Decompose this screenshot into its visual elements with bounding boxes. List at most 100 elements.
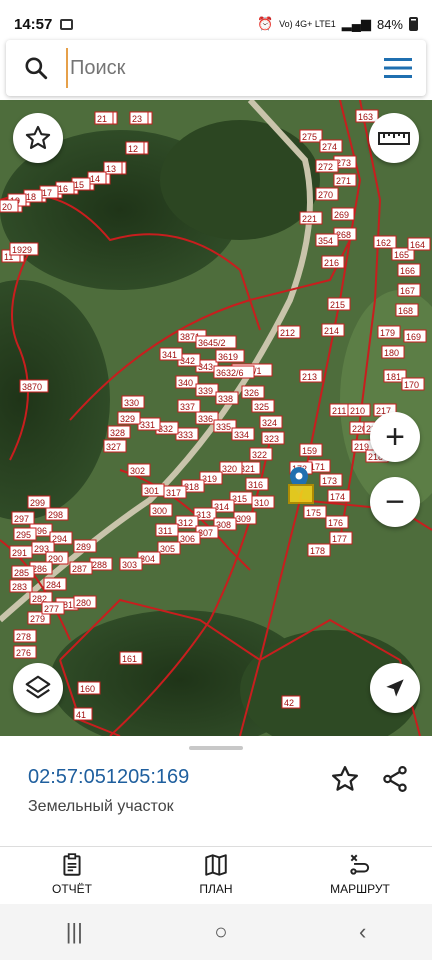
parcel-label[interactable]: 173 bbox=[322, 476, 337, 486]
parcel-label[interactable]: 176 bbox=[328, 518, 343, 528]
parcel-label[interactable]: 323 bbox=[264, 434, 279, 444]
parcel-label[interactable]: 15 bbox=[74, 180, 84, 190]
map-canvas[interactable]: 2342352302292282272262252242232222213553… bbox=[0, 100, 432, 736]
parcel-label[interactable]: 41 bbox=[76, 710, 86, 720]
parcel-label[interactable]: 329 bbox=[120, 414, 135, 424]
parcel-label[interactable]: 303 bbox=[122, 560, 137, 570]
parcel-label[interactable]: 311 bbox=[158, 526, 172, 536]
search-input[interactable] bbox=[66, 48, 370, 88]
drag-handle[interactable] bbox=[189, 746, 243, 750]
parcel-label[interactable]: 270 bbox=[318, 190, 333, 200]
parcel-label[interactable]: 271 bbox=[336, 176, 351, 186]
parcel-label[interactable]: 161 bbox=[122, 654, 137, 664]
parcel-label[interactable]: 166 bbox=[400, 266, 415, 276]
parcel-label[interactable]: 322 bbox=[252, 450, 267, 460]
parcel-label[interactable]: 178 bbox=[310, 546, 325, 556]
parcel-label[interactable]: 160 bbox=[80, 684, 95, 694]
favorite-button[interactable] bbox=[13, 113, 63, 163]
parcel-label[interactable]: 330 bbox=[124, 398, 139, 408]
parcel-label[interactable]: 16 bbox=[58, 184, 68, 194]
parcel-label[interactable]: 334 bbox=[234, 430, 249, 440]
parcel-label[interactable]: 174 bbox=[330, 492, 345, 502]
parcel-label[interactable]: 177 bbox=[332, 534, 347, 544]
parcel-label[interactable]: 288 bbox=[92, 560, 107, 570]
parcel-label[interactable]: 306 bbox=[180, 534, 195, 544]
parcel-label[interactable]: 163 bbox=[358, 112, 373, 122]
parcel-label[interactable]: 168 bbox=[398, 306, 413, 316]
parcel-label[interactable]: 215 bbox=[330, 300, 345, 310]
parcel-label[interactable]: 165 bbox=[394, 250, 409, 260]
parcel-label[interactable]: 169 bbox=[406, 332, 421, 342]
parcel-label[interactable]: 3619 bbox=[218, 352, 238, 362]
parcel-label[interactable]: 1929 bbox=[12, 245, 32, 255]
back-button[interactable]: ‹ bbox=[359, 919, 366, 945]
parcel-label[interactable]: 327 bbox=[106, 442, 121, 452]
layers-button[interactable] bbox=[13, 663, 63, 713]
parcel-label[interactable]: 269 bbox=[334, 210, 349, 220]
parcel-label[interactable]: 213 bbox=[302, 372, 317, 382]
parcel-label[interactable]: 299 bbox=[30, 498, 45, 508]
parcel-label[interactable]: 310 bbox=[254, 498, 269, 508]
parcel-label[interactable]: 14 bbox=[90, 174, 100, 184]
parcel-label[interactable]: 279 bbox=[30, 614, 45, 624]
parcel-label[interactable]: 159 bbox=[302, 446, 317, 456]
parcel-label[interactable]: 170 bbox=[404, 380, 419, 390]
parcel-label[interactable]: 336 bbox=[198, 414, 213, 424]
parcel-label[interactable]: 214 bbox=[324, 326, 339, 336]
parcel-label[interactable]: 275 bbox=[302, 132, 317, 142]
parcel-label[interactable]: 20 bbox=[2, 202, 12, 212]
parcel-label[interactable]: 42 bbox=[284, 698, 294, 708]
parcel-label[interactable]: 354 bbox=[318, 236, 333, 246]
zoom-out-button[interactable]: − bbox=[370, 477, 420, 527]
parcel-label[interactable]: 3632/6 bbox=[216, 368, 244, 378]
parcel-label[interactable]: 23 bbox=[132, 114, 142, 124]
parcel-label[interactable]: 21 bbox=[97, 114, 107, 124]
parcel-label[interactable]: 341 bbox=[162, 350, 177, 360]
parcel-label[interactable]: 312 bbox=[178, 518, 193, 528]
parcel-label[interactable]: 18 bbox=[26, 192, 36, 202]
parcel-label[interactable]: 295 bbox=[16, 530, 31, 540]
parcel-label[interactable]: 289 bbox=[76, 542, 91, 552]
parcel-label[interactable]: 301 bbox=[144, 486, 159, 496]
parcel-label[interactable]: 221 bbox=[302, 214, 317, 224]
parcel-label[interactable]: 287 bbox=[72, 564, 87, 574]
cadastral-map[interactable]: 2342352302292282272262252242232222213553… bbox=[0, 100, 432, 736]
parcel-label[interactable]: 325 bbox=[254, 402, 269, 412]
parcel-label[interactable]: 335 bbox=[216, 422, 231, 432]
parcel-label[interactable]: 212 bbox=[280, 328, 295, 338]
parcel-label[interactable]: 12 bbox=[128, 144, 138, 154]
parcel-label[interactable]: 210 bbox=[350, 406, 365, 416]
parcel-label[interactable]: 3645/2 bbox=[198, 338, 226, 348]
parcel-label[interactable]: 316 bbox=[248, 480, 263, 490]
parcel-label[interactable]: 216 bbox=[324, 258, 339, 268]
hamburger-menu-icon[interactable] bbox=[370, 40, 426, 96]
parcel-label[interactable]: 179 bbox=[380, 328, 395, 338]
search-icon[interactable] bbox=[6, 40, 66, 96]
parcel-label[interactable]: 274 bbox=[322, 142, 337, 152]
parcel-label[interactable]: 324 bbox=[262, 418, 277, 428]
recent-apps-button[interactable]: ||| bbox=[66, 919, 83, 945]
parcel-label[interactable]: 326 bbox=[244, 388, 259, 398]
parcel-label[interactable]: 3870 bbox=[22, 382, 42, 392]
parcel-label[interactable]: 175 bbox=[306, 508, 321, 518]
parcel-label[interactable]: 338 bbox=[218, 394, 233, 404]
parcel-label[interactable]: 340 bbox=[178, 378, 193, 388]
parcel-label[interactable]: 300 bbox=[152, 506, 167, 516]
parcel-label[interactable]: 339 bbox=[198, 386, 213, 396]
parcel-label[interactable]: 302 bbox=[130, 466, 145, 476]
panel-favorite-button[interactable] bbox=[330, 764, 360, 799]
cadastral-number[interactable]: 02:57:051205:169 bbox=[28, 766, 189, 789]
parcel-label[interactable]: 298 bbox=[48, 510, 63, 520]
parcel-label[interactable]: 283 bbox=[12, 582, 27, 592]
parcel-label[interactable]: 181 bbox=[386, 372, 401, 382]
parcel-label[interactable]: 276 bbox=[16, 648, 31, 658]
zoom-in-button[interactable]: + bbox=[370, 412, 420, 462]
parcel-label[interactable]: 320 bbox=[222, 464, 237, 474]
parcel-label[interactable]: 211 bbox=[332, 406, 346, 416]
parcel-label[interactable]: 331 bbox=[140, 420, 155, 430]
report-button[interactable]: ОТЧЁТ bbox=[0, 847, 144, 900]
parcel-label[interactable]: 337 bbox=[180, 402, 195, 412]
parcel-label[interactable]: 13 bbox=[106, 164, 116, 174]
parcel-label[interactable]: 272 bbox=[318, 162, 333, 172]
parcel-label[interactable]: 167 bbox=[400, 286, 415, 296]
